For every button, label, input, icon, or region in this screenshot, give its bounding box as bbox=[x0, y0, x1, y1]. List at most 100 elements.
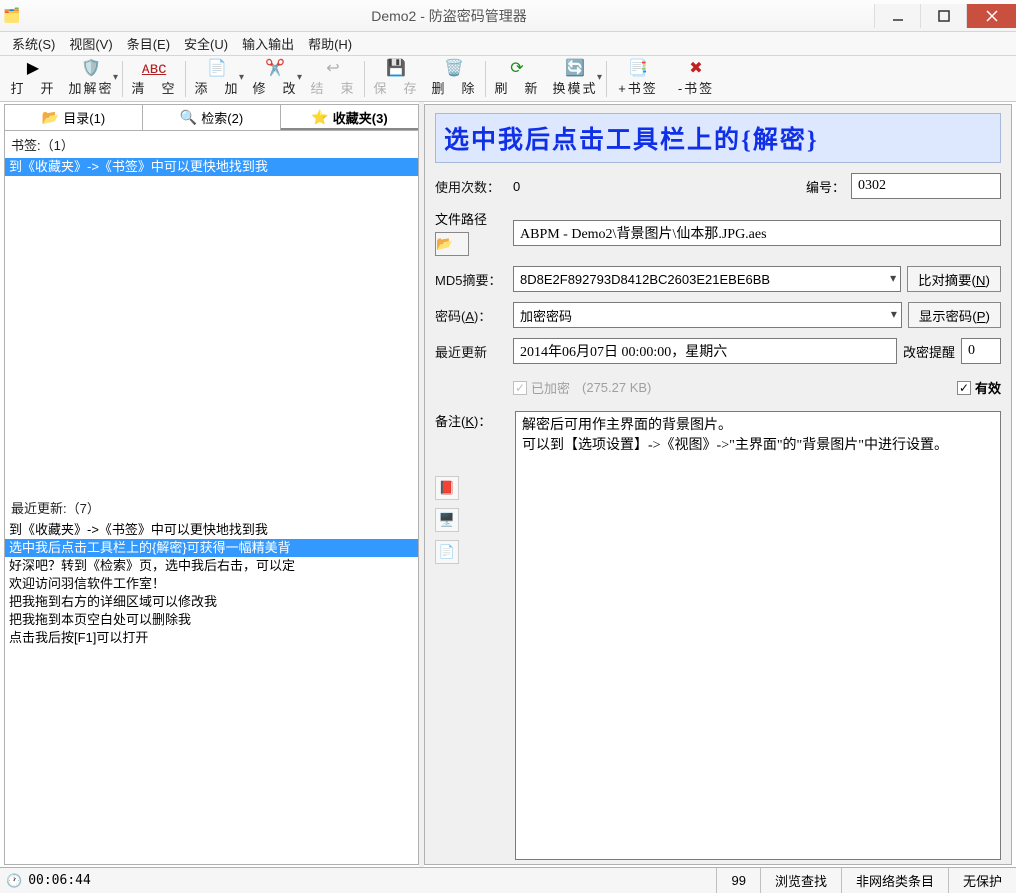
bookmark-section-label: 书签:（1） bbox=[5, 131, 418, 158]
star-icon: ⭐ bbox=[311, 109, 328, 126]
remove-bookmark-button[interactable]: ✖-书签 bbox=[667, 58, 725, 100]
menu-entry[interactable]: 条目(E) bbox=[121, 32, 176, 55]
remark-textarea[interactable]: 解密后可用作主界面的背景图片。 可以到【选项设置】->《视图》->"主界面"的"… bbox=[515, 411, 1001, 860]
new-icon: 📄 bbox=[207, 60, 227, 78]
recent-list[interactable]: 到《收藏夹》->《书签》中可以更快地找到我 选中我后点击工具栏上的{解密}可获得… bbox=[5, 521, 418, 864]
show-password-button[interactable]: 显示密码(P) bbox=[908, 302, 1001, 328]
compare-digest-button[interactable]: 比对摘要(N) bbox=[907, 266, 1001, 292]
minimize-button[interactable] bbox=[874, 4, 920, 28]
md5-label: MD5摘要： bbox=[435, 270, 507, 289]
separator bbox=[485, 61, 486, 97]
list-item[interactable]: 好深吧？转到《检索》页，选中我后右击，可以定 bbox=[5, 557, 418, 575]
attachment-icon-2[interactable]: 🖥️ bbox=[435, 508, 459, 532]
chevron-down-icon: ▾ bbox=[597, 72, 602, 83]
entry-title: 选中我后点击工具栏上的{解密} bbox=[435, 113, 1001, 163]
list-item[interactable]: 把我拖到本页空白处可以删除我 bbox=[5, 611, 418, 629]
valid-checkbox[interactable]: ✓有效 bbox=[957, 378, 1001, 397]
status-bar: 🕐 00:06:44 99 浏览查找 非网络类条目 无保护 bbox=[0, 867, 1016, 893]
list-item[interactable]: 欢迎访问羽信软件工作室！ bbox=[5, 575, 418, 593]
folder-open-icon: 📂 bbox=[436, 236, 453, 252]
delete-button[interactable]: 🗑️删 除 bbox=[425, 58, 483, 100]
chevron-down-icon: ▾ bbox=[890, 271, 896, 285]
remark-label: 备注(K)： bbox=[435, 411, 507, 430]
edit-icon: ✂️ bbox=[265, 60, 285, 78]
main-area: 📂目录(1) 🔍检索(2) ⭐收藏夹(3) 书签:（1） 到《收藏夹》->《书签… bbox=[0, 102, 1016, 867]
add-button[interactable]: 📄添 加▾ bbox=[188, 58, 246, 100]
usage-value: 0 bbox=[513, 179, 520, 194]
shield-icon: 🛡️ bbox=[81, 60, 101, 78]
status-timer: 00:06:44 bbox=[28, 873, 91, 888]
separator bbox=[122, 61, 123, 97]
switch-button[interactable]: 🔄换模式▾ bbox=[546, 58, 604, 100]
open-button[interactable]: ▶打 开 bbox=[4, 58, 62, 100]
tab-favorites[interactable]: ⭐收藏夹(3) bbox=[281, 105, 418, 130]
menu-view[interactable]: 视图(V) bbox=[63, 32, 118, 55]
folder-icon: 📂 bbox=[42, 109, 59, 126]
bookmark-list[interactable]: 到《收藏夹》->《书签》中可以更快地找到我 bbox=[5, 158, 418, 494]
switch-icon: 🔄 bbox=[565, 60, 585, 78]
list-item[interactable]: 到《收藏夹》->《书签》中可以更快地找到我 bbox=[5, 158, 418, 176]
menu-security[interactable]: 安全(U) bbox=[178, 32, 234, 55]
status-browse[interactable]: 浏览查找 bbox=[760, 868, 841, 893]
password-select[interactable]: 加密密码▾ bbox=[513, 302, 902, 328]
close-button[interactable] bbox=[966, 4, 1016, 28]
right-pane: 选中我后点击工具栏上的{解密} 使用次数： 0 编号： 文件路径 📂 MD5摘要… bbox=[424, 104, 1012, 865]
list-item[interactable]: 选中我后点击工具栏上的{解密}可获得一幅精美背 bbox=[5, 539, 418, 557]
recent-section-label: 最近更新:（7） bbox=[5, 494, 418, 521]
add-bookmark-button[interactable]: 📑+书签 bbox=[609, 58, 667, 100]
browse-path-button[interactable]: 📂 bbox=[435, 232, 469, 256]
tab-search[interactable]: 🔍检索(2) bbox=[143, 105, 281, 130]
left-tabs: 📂目录(1) 🔍检索(2) ⭐收藏夹(3) bbox=[5, 105, 418, 131]
modify-button[interactable]: ✂️修 改▾ bbox=[246, 58, 304, 100]
list-item[interactable]: 到《收藏夹》->《书签》中可以更快地找到我 bbox=[5, 521, 418, 539]
chevron-down-icon: ▾ bbox=[891, 307, 897, 321]
bookmark-plus-icon: 📑 bbox=[628, 60, 648, 78]
chevron-down-icon: ▾ bbox=[297, 72, 302, 83]
separator bbox=[364, 61, 365, 97]
clear-button[interactable]: ᴀʙᴄ清 空 bbox=[125, 58, 183, 100]
play-icon: ▶ bbox=[27, 60, 39, 78]
chevron-down-icon: ▾ bbox=[239, 72, 244, 83]
save-button: 💾保 存 bbox=[367, 58, 425, 100]
id-label: 编号： bbox=[806, 177, 845, 196]
path-label: 文件路径 bbox=[435, 209, 507, 228]
remind-field[interactable] bbox=[961, 338, 1001, 364]
finish-button: ↩结 束 bbox=[304, 58, 362, 100]
window-title: Demo2 - 防盗密码管理器 bbox=[24, 6, 874, 26]
left-pane: 📂目录(1) 🔍检索(2) ⭐收藏夹(3) 书签:（1） 到《收藏夹》->《书签… bbox=[4, 104, 419, 865]
menu-io[interactable]: 输入输出 bbox=[236, 32, 300, 55]
usage-label: 使用次数： bbox=[435, 177, 507, 196]
menu-system[interactable]: 系统(S) bbox=[6, 32, 61, 55]
separator bbox=[185, 61, 186, 97]
status-count: 99 bbox=[716, 868, 759, 893]
chevron-down-icon: ▾ bbox=[113, 72, 118, 83]
search-icon: 🔍 bbox=[180, 109, 197, 126]
list-item[interactable]: 点击我后按[F1]可以打开 bbox=[5, 629, 418, 647]
attachment-icon-1[interactable]: 📕 bbox=[435, 476, 459, 500]
id-field[interactable] bbox=[851, 173, 1001, 199]
refresh-button[interactable]: ⟳刷 新 bbox=[488, 58, 546, 100]
refresh-icon: ⟳ bbox=[510, 60, 523, 78]
list-item[interactable]: 把我拖到右方的详细区域可以修改我 bbox=[5, 593, 418, 611]
menu-bar: 系统(S) 视图(V) 条目(E) 安全(U) 输入输出 帮助(H) bbox=[0, 32, 1016, 56]
lastupdate-field[interactable] bbox=[513, 338, 897, 364]
title-bar: 🗂️ Demo2 - 防盗密码管理器 bbox=[0, 0, 1016, 32]
attachment-icon-3[interactable]: 📄 bbox=[435, 540, 459, 564]
md5-select[interactable]: 8D8E2F892793D8412BC2603E21EBE6BB▾ bbox=[513, 266, 901, 292]
undo-icon: ↩ bbox=[326, 60, 339, 78]
save-icon: 💾 bbox=[386, 60, 406, 78]
delete-icon: 🗑️ bbox=[444, 60, 464, 78]
separator bbox=[606, 61, 607, 97]
status-protect: 无保护 bbox=[948, 868, 1016, 893]
encrypted-size: (275.27 KB) bbox=[582, 380, 651, 395]
app-icon: 🗂️ bbox=[0, 7, 24, 24]
menu-help[interactable]: 帮助(H) bbox=[302, 32, 358, 55]
status-category: 非网络类条目 bbox=[841, 868, 948, 893]
clear-icon: ᴀʙᴄ bbox=[142, 60, 166, 78]
maximize-button[interactable] bbox=[920, 4, 966, 28]
toolbar: ▶打 开 🛡️加解密▾ ᴀʙᴄ清 空 📄添 加▾ ✂️修 改▾ ↩结 束 💾保 … bbox=[0, 56, 1016, 102]
decrypt-button[interactable]: 🛡️加解密▾ bbox=[62, 58, 120, 100]
password-label: 密码(A)： bbox=[435, 306, 507, 325]
path-field[interactable] bbox=[513, 220, 1001, 246]
tab-directory[interactable]: 📂目录(1) bbox=[5, 105, 143, 130]
